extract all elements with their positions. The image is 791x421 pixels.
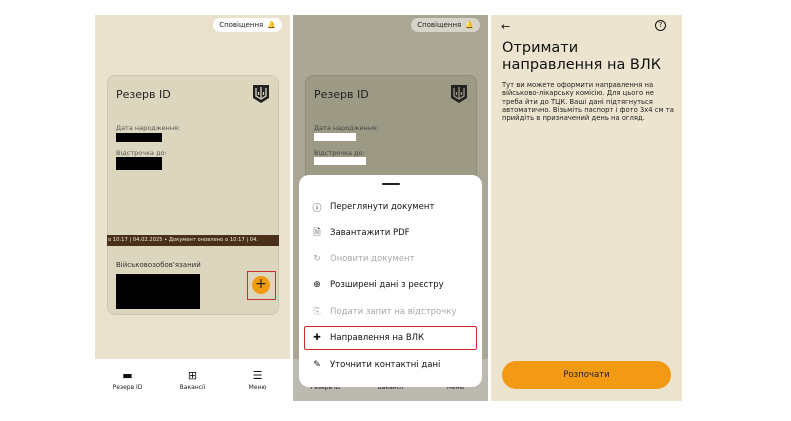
status-label: Військовозобов'язаний bbox=[116, 261, 201, 269]
notifications-label: Сповіщення bbox=[219, 21, 264, 29]
start-button[interactable]: Розпочати bbox=[502, 361, 671, 389]
page-description: Тут ви можете оформити направлення на ві… bbox=[502, 81, 674, 123]
menu-item-label: Уточнити контактні дані bbox=[330, 360, 441, 370]
notifications-button[interactable]: Сповіщення 🔔 bbox=[213, 18, 282, 32]
pencil-icon: ✎ bbox=[313, 360, 321, 370]
deferral-label: Відстрочка до: bbox=[314, 149, 365, 157]
update-ticker: о 10:17 | 04.02.2025 • Документ оновлено… bbox=[107, 235, 279, 246]
action-sheet: ⓘ Переглянути документ 🗎 Завантажити PDF… bbox=[299, 175, 482, 387]
nav-menu[interactable]: ☰ Меню bbox=[225, 359, 290, 401]
menu-item-view-document[interactable]: ⓘ Переглянути документ bbox=[311, 197, 472, 217]
menu-item-vlk-referral[interactable]: ✚ Направлення на ВЛК bbox=[311, 328, 472, 348]
back-arrow-icon[interactable]: ← bbox=[501, 20, 510, 33]
add-button[interactable]: + bbox=[252, 276, 270, 294]
menu-item-label: Завантажити PDF bbox=[330, 228, 410, 238]
card-title: Резерв ID bbox=[116, 88, 171, 101]
menu-item-update-contacts[interactable]: ✎ Уточнити контактні дані bbox=[311, 355, 472, 375]
bottom-nav: ▬ Резерв ID ⊞ Вакансії ☰ Меню bbox=[95, 359, 290, 401]
menu-item-deferral-request: ⎘ Подати запит на відстрочку bbox=[311, 302, 472, 322]
nav-label: Вакансії bbox=[179, 383, 206, 391]
trident-icon bbox=[451, 85, 467, 103]
menu-icon: ☰ bbox=[252, 368, 263, 382]
deferral-label: Відстрочка до: bbox=[116, 149, 167, 157]
reserve-id-card[interactable]: Резерв ID Дата народження: Відстрочка до… bbox=[107, 75, 279, 315]
sheet-grabber[interactable] bbox=[381, 183, 400, 185]
redacted-deferral bbox=[314, 157, 366, 165]
birthdate-label: Дата народження: bbox=[314, 124, 379, 132]
screen-menu-sheet: Сповіщення 🔔 Резерв ID Дата народження: … bbox=[293, 15, 488, 401]
page-title: Отримати направлення на ВЛК bbox=[502, 40, 662, 73]
notifications-label: Сповіщення bbox=[417, 21, 462, 29]
medical-cross-icon: ✚ bbox=[313, 333, 321, 343]
refresh-icon: ↻ bbox=[313, 254, 321, 264]
bell-icon: 🔔 bbox=[267, 21, 276, 29]
redacted-birthdate bbox=[314, 133, 356, 141]
info-icon: ⓘ bbox=[312, 203, 322, 214]
bell-icon: 🔔 bbox=[465, 21, 474, 29]
nav-reserve-id[interactable]: ▬ Резерв ID bbox=[95, 359, 160, 401]
menu-item-label: Направлення на ВЛК bbox=[330, 333, 425, 343]
menu-item-label: Подати запит на відстрочку bbox=[330, 307, 457, 317]
notifications-button[interactable]: Сповіщення 🔔 bbox=[411, 18, 480, 32]
card-title: Резерв ID bbox=[314, 88, 369, 101]
file-icon: 🗎 bbox=[313, 228, 321, 238]
nav-vacancies[interactable]: ⊞ Вакансії bbox=[160, 359, 225, 401]
screen-home: Сповіщення 🔔 Резерв ID Дата народження: … bbox=[95, 15, 290, 401]
menu-item-refresh-document: ↻ Оновити документ bbox=[311, 249, 472, 269]
nav-label: Резерв ID bbox=[112, 383, 143, 391]
screen-vlk-referral: ← ? Отримати направлення на ВЛК Тут ви м… bbox=[491, 15, 682, 401]
vacancies-icon: ⊞ bbox=[187, 368, 198, 382]
redacted-qr bbox=[116, 274, 200, 309]
id-card-icon: ▬ bbox=[122, 368, 133, 382]
plus-circle-icon: ⊕ bbox=[313, 280, 321, 290]
menu-item-label: Переглянути документ bbox=[330, 202, 435, 212]
birthdate-label: Дата народження: bbox=[116, 124, 181, 132]
redacted-birthdate bbox=[116, 133, 162, 142]
menu-item-label: Оновити документ bbox=[330, 254, 415, 264]
redacted-deferral bbox=[116, 157, 162, 170]
menu-item-label: Розширені дані з реєстру bbox=[330, 280, 444, 290]
help-icon[interactable]: ? bbox=[655, 20, 666, 31]
menu-item-registry-data[interactable]: ⊕ Розширені дані з реєстру bbox=[311, 275, 472, 295]
trident-icon bbox=[253, 85, 269, 103]
document-icon: ⎘ bbox=[313, 307, 321, 317]
nav-label: Меню bbox=[248, 383, 267, 391]
fab-highlight: + bbox=[247, 271, 276, 300]
menu-item-download-pdf[interactable]: 🗎 Завантажити PDF bbox=[311, 223, 472, 243]
